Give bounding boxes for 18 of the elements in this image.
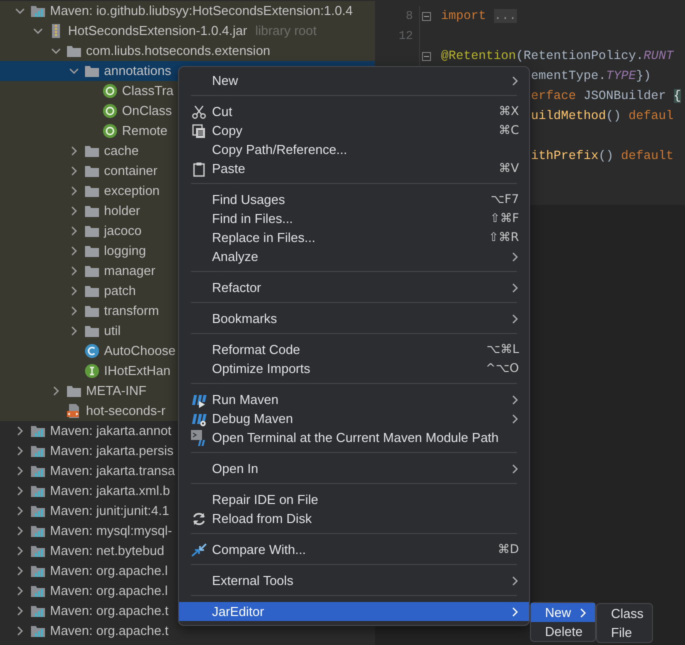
library-root-hint: library root [255, 22, 317, 40]
shortcut-label: ⇧⌘F [490, 210, 519, 227]
code-line: ementType.TYPE}) [531, 68, 652, 85]
code-line: @Retention(RetentionPolicy.RUNT [441, 48, 674, 65]
shortcut-label: ⌘V [498, 160, 519, 177]
shortcut-label: ⌘C [498, 122, 519, 139]
shortcut-label: ⌥F7 [490, 191, 519, 208]
code-line: ithPrefix() default [531, 148, 674, 165]
code-line: erface JSONBuilder { [531, 88, 682, 105]
code-line: import ... [441, 8, 517, 25]
shortcut-label: ^⌥O [486, 360, 519, 377]
shortcut-label: ⇧⌘R [488, 229, 519, 246]
shortcut-label: ⌘D [498, 541, 519, 558]
line-number: 8 [406, 9, 413, 23]
shortcut-label: ⌘X [498, 103, 519, 120]
line-number: 12 [398, 29, 413, 43]
shortcut-label: ⌥⌘L [486, 341, 519, 358]
code-line: uildMethod() defaul [531, 108, 674, 125]
